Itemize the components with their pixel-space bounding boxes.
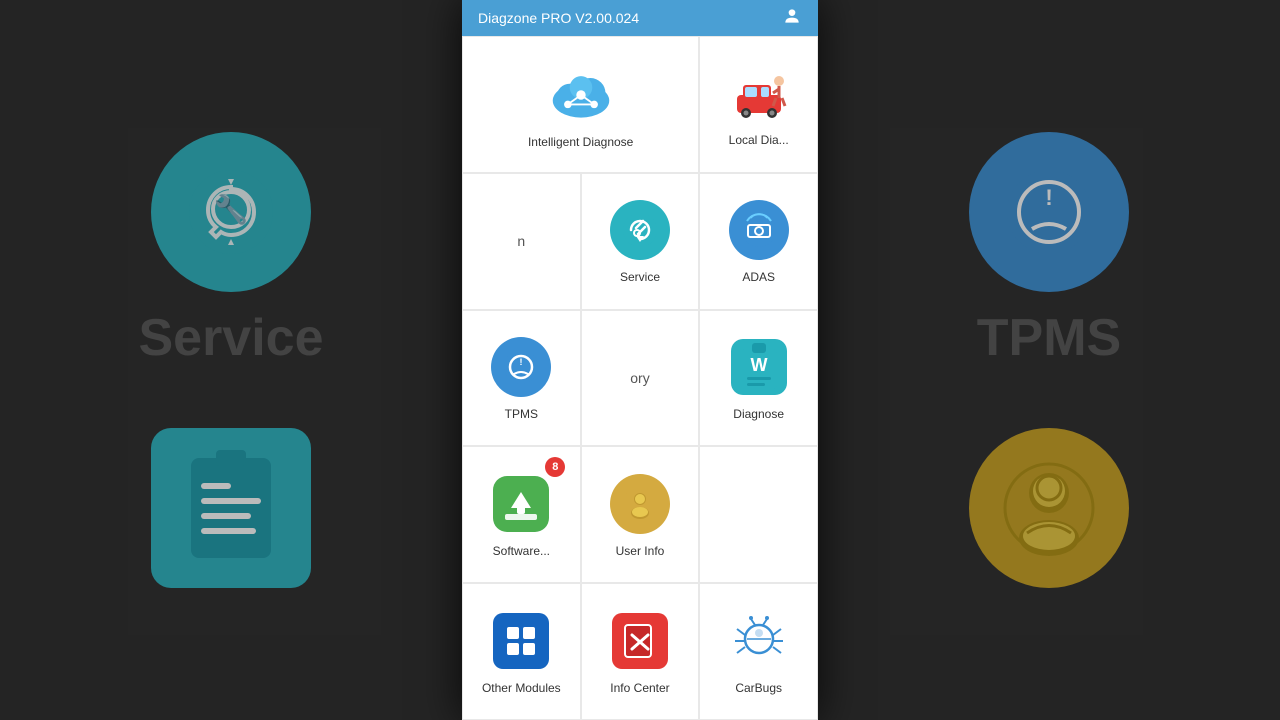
phone-container: Diagzone PRO V2.00.024: [462, 0, 818, 720]
service-item[interactable]: Service: [581, 173, 700, 310]
software-update-label: Software...: [493, 544, 550, 558]
background-right: ! TPMS: [818, 0, 1280, 720]
service-icon: [608, 198, 672, 262]
svg-text:🔧: 🔧: [214, 192, 249, 226]
svg-text:!: !: [520, 357, 523, 367]
history-partial-item[interactable]: ory: [581, 310, 700, 447]
user-icon[interactable]: [782, 6, 802, 31]
svg-text:W: W: [750, 355, 767, 375]
menu-partial-label: n: [517, 233, 525, 249]
info-center-label: Info Center: [610, 681, 669, 695]
main-grid: Intelligent Diagnose: [462, 36, 818, 720]
adas-icon: [727, 198, 791, 262]
software-update-icon: [489, 472, 553, 536]
menu-partial-item[interactable]: n: [462, 173, 581, 310]
service-label: Service: [620, 270, 660, 284]
diagnose-report-icon: W: [727, 335, 791, 399]
carbugs-item[interactable]: CarBugs: [699, 583, 818, 720]
other-modules-item[interactable]: Other Modules: [462, 583, 581, 720]
partial-left-item[interactable]: [699, 446, 818, 583]
local-diagnose-label: Local Dia...: [729, 133, 789, 147]
app-header: Diagzone PRO V2.00.024: [462, 0, 818, 36]
tpms-icon: !: [489, 335, 553, 399]
diagnose-report-item[interactable]: W Diagnose: [699, 310, 818, 447]
software-update-badge: 8: [545, 457, 565, 477]
intelligent-diagnose-item[interactable]: Intelligent Diagnose: [462, 36, 699, 173]
user-info-icon: [608, 472, 672, 536]
local-diagnose-item[interactable]: Local Dia...: [699, 36, 818, 173]
background-left: 🔧 Service: [0, 0, 462, 720]
tpms-item[interactable]: ! TPMS: [462, 310, 581, 447]
carbugs-icon: [727, 609, 791, 673]
bg-service-icon: 🔧: [151, 132, 311, 292]
svg-text:!: !: [1045, 185, 1052, 210]
other-modules-label: Other Modules: [482, 681, 561, 695]
bg-clipboard-icon: [151, 428, 311, 588]
adas-item[interactable]: ADAS: [699, 173, 818, 310]
user-info-label: User Info: [616, 544, 665, 558]
app-title: Diagzone PRO V2.00.024: [478, 10, 639, 26]
info-center-icon: [608, 609, 672, 673]
intelligent-diagnose-label: Intelligent Diagnose: [528, 135, 633, 149]
software-update-item[interactable]: 8 Software...: [462, 446, 581, 583]
carbugs-label: CarBugs: [735, 681, 782, 695]
info-center-item[interactable]: Info Center: [581, 583, 700, 720]
other-modules-icon: [489, 609, 553, 673]
diagnose-report-label: Diagnose: [733, 407, 784, 421]
intelligent-diagnose-icon: [549, 63, 613, 127]
history-partial-label: ory: [630, 370, 649, 386]
user-info-item[interactable]: User Info: [581, 446, 700, 583]
adas-label: ADAS: [742, 270, 775, 284]
bg-service-label: Service: [138, 308, 323, 368]
tpms-label: TPMS: [505, 407, 538, 421]
bg-tpms-icon: !: [969, 132, 1129, 292]
bg-tpms-label: TPMS: [977, 308, 1121, 368]
local-diagnose-icon: [727, 61, 791, 125]
bg-user-icon: [969, 428, 1129, 588]
